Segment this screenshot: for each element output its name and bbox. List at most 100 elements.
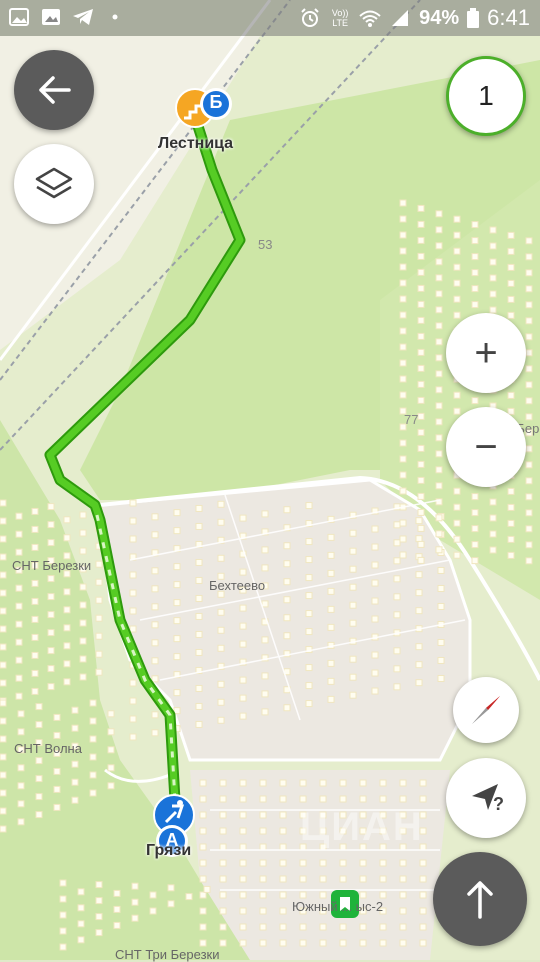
building [435, 418, 443, 426]
building [435, 258, 443, 266]
building [151, 639, 159, 647]
building [371, 525, 379, 533]
building [0, 571, 7, 579]
start-button[interactable] [433, 852, 527, 946]
building [63, 642, 71, 650]
building [47, 575, 55, 583]
building [393, 575, 401, 583]
building [35, 703, 43, 711]
building [149, 891, 157, 899]
building [0, 717, 7, 725]
building [95, 881, 103, 889]
building [419, 939, 427, 947]
building [471, 269, 479, 277]
building [95, 614, 103, 622]
building [489, 514, 497, 522]
building [63, 534, 71, 542]
building [0, 499, 7, 507]
building [415, 589, 423, 597]
building [283, 632, 291, 640]
building [489, 530, 497, 538]
building [151, 711, 159, 719]
building [525, 461, 533, 469]
building [199, 843, 207, 851]
building [0, 679, 7, 687]
building [239, 891, 247, 899]
building [151, 729, 159, 737]
building [507, 279, 515, 287]
building [399, 875, 407, 883]
compass-button[interactable] [453, 677, 519, 743]
building [77, 888, 85, 896]
building [399, 779, 407, 787]
building [305, 592, 313, 600]
building [59, 895, 67, 903]
building [415, 535, 423, 543]
building [47, 683, 55, 691]
building [399, 327, 407, 335]
building [435, 322, 443, 330]
building [129, 679, 137, 687]
building [327, 677, 335, 685]
building [199, 795, 207, 803]
building [339, 939, 347, 947]
building [279, 891, 287, 899]
building [219, 859, 227, 867]
building [327, 587, 335, 595]
building [0, 735, 7, 743]
building [217, 608, 225, 616]
building [195, 594, 203, 602]
building [349, 565, 357, 573]
building [129, 625, 137, 633]
building [399, 231, 407, 239]
layers-button[interactable] [14, 144, 94, 224]
building [525, 333, 533, 341]
building [283, 506, 291, 514]
building [327, 569, 335, 577]
building [31, 651, 39, 659]
locate-button[interactable]: ? [446, 758, 526, 838]
building [259, 859, 267, 867]
building [453, 247, 461, 255]
building [71, 724, 79, 732]
zoom-in-button[interactable]: + [446, 313, 526, 393]
building [525, 301, 533, 309]
building [453, 231, 461, 239]
building [95, 897, 103, 905]
building [371, 579, 379, 587]
building [379, 779, 387, 787]
building [359, 859, 367, 867]
building [239, 811, 247, 819]
building [419, 875, 427, 883]
building [319, 779, 327, 787]
building [219, 891, 227, 899]
counter-button[interactable]: 1 [446, 56, 526, 136]
building [113, 905, 121, 913]
building [151, 513, 159, 521]
building [129, 607, 137, 615]
building [283, 596, 291, 604]
building [399, 375, 407, 383]
building [471, 253, 479, 261]
building [471, 221, 479, 229]
building [399, 391, 407, 399]
building [471, 509, 479, 517]
building [415, 517, 423, 525]
building [489, 290, 497, 298]
zoom-out-button[interactable]: − [446, 407, 526, 487]
building [415, 571, 423, 579]
building [107, 764, 115, 772]
building [217, 554, 225, 562]
building [359, 923, 367, 931]
back-button[interactable] [14, 50, 94, 130]
building [31, 687, 39, 695]
building [453, 551, 461, 559]
building [259, 795, 267, 803]
building [203, 885, 211, 893]
building [107, 710, 115, 718]
building [339, 795, 347, 803]
building [471, 525, 479, 533]
building [219, 811, 227, 819]
building [199, 923, 207, 931]
building [525, 349, 533, 357]
